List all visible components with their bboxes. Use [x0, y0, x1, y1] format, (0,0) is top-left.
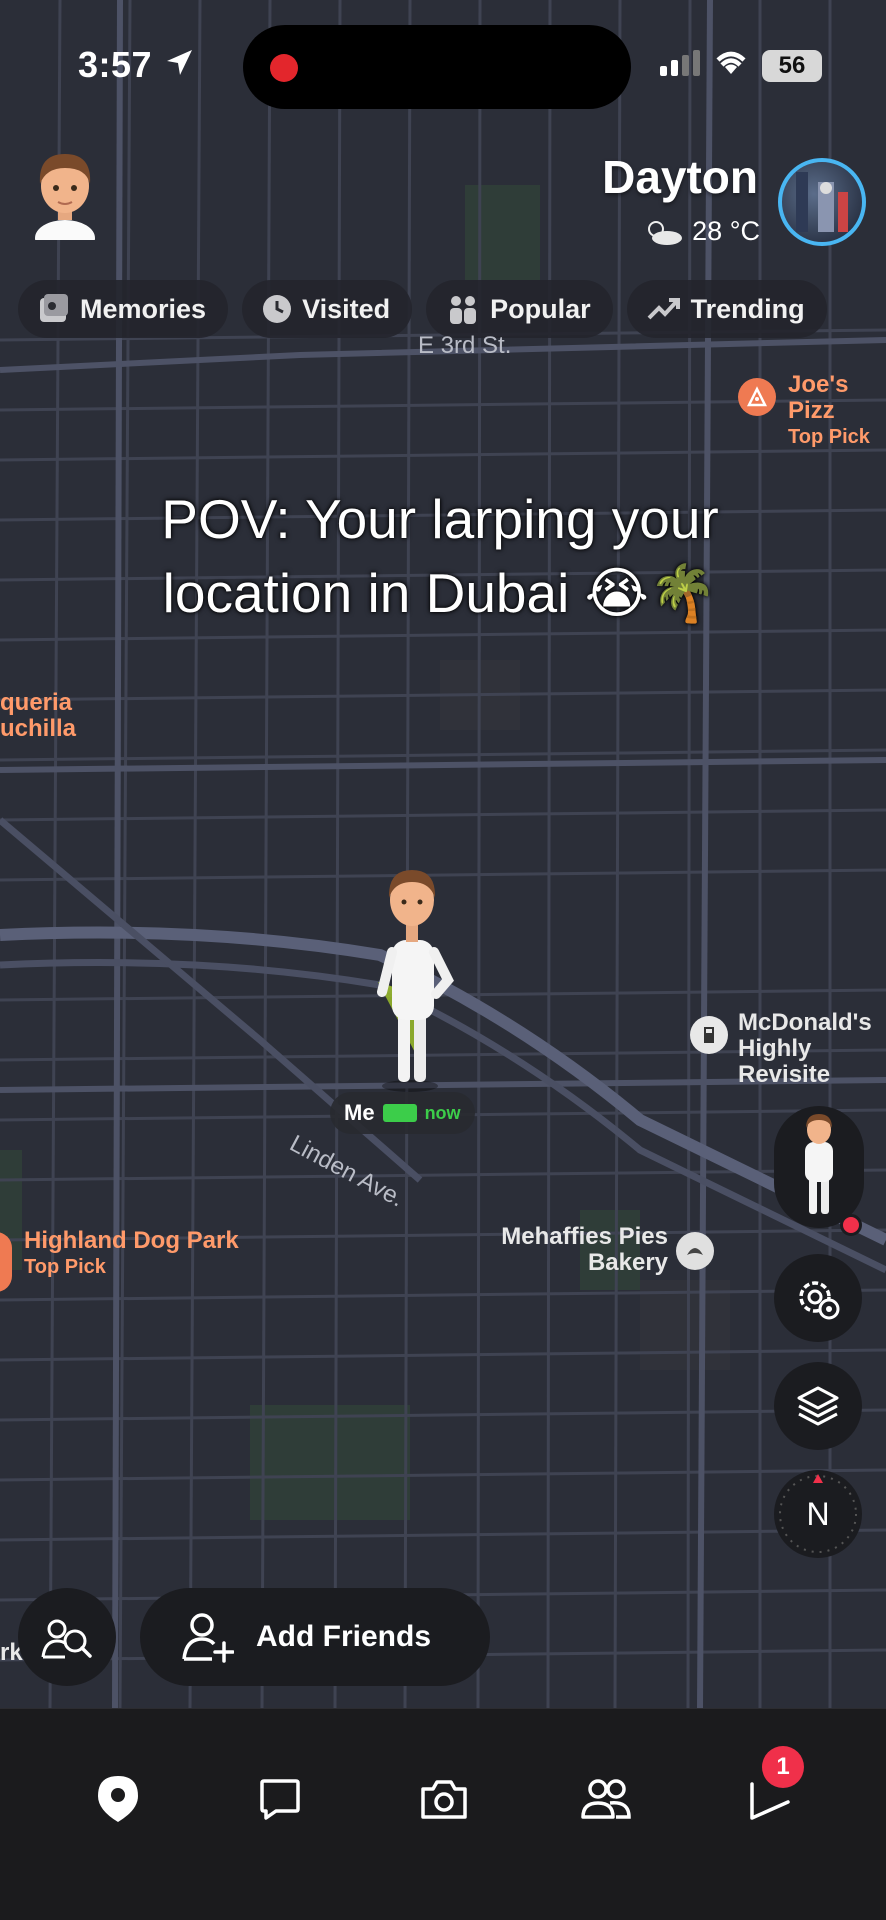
camera-icon — [421, 1780, 467, 1819]
bakery-pin-icon[interactable] — [676, 1232, 714, 1270]
chip-popular-label: Popular — [490, 293, 591, 324]
restaurant-icon — [704, 1027, 714, 1043]
chat-icon — [260, 1779, 300, 1820]
add-friends-button[interactable]: Add Friends — [140, 1588, 490, 1686]
map-pin-icon — [98, 1776, 138, 1822]
pizza-icon — [746, 386, 768, 407]
city-story-thumbnail[interactable] — [778, 158, 866, 246]
my-location-bitmoji[interactable] — [360, 862, 470, 1092]
layers-icon — [797, 1386, 839, 1426]
friends-icon — [581, 1779, 631, 1819]
place-taqueria[interactable]: queria uchilla — [0, 690, 76, 742]
place-taqueria-name: queria — [0, 689, 73, 716]
place-highland-sub: Top Pick — [24, 1256, 106, 1278]
me-last-seen: now — [424, 1102, 461, 1123]
place-highland-dog-park[interactable]: Highland Dog Park Top Pick — [24, 1228, 239, 1280]
place-joes-name: Joe's Pizz — [788, 371, 849, 424]
chip-visited-label: Visited — [302, 293, 391, 324]
chip-trending[interactable]: Trending — [626, 280, 827, 338]
wifi-icon — [716, 51, 746, 74]
map-layers-button[interactable] — [774, 1362, 862, 1450]
place-mehaffies-name: Mehaffies Pies — [501, 1223, 668, 1250]
place-mehaffies-sub: Bakery — [587, 1249, 668, 1276]
settings-button[interactable] — [774, 1254, 862, 1342]
chip-trending-label: Trending — [690, 293, 805, 324]
pizza-pin-icon[interactable] — [738, 378, 776, 416]
place-mcdonalds-name: McDonald's — [738, 1009, 872, 1036]
snap-map[interactable]: 3:57 56 Dayton 28 °C Memories Visited Po… — [0, 0, 886, 1708]
add-friends-label: Add Friends — [256, 1620, 432, 1653]
recording-dot — [270, 54, 298, 82]
status-time: 3:57 — [78, 44, 153, 85]
temperature: 28 °C — [692, 216, 760, 246]
friend-bitmoji-icon — [805, 1114, 833, 1214]
compass-label: N — [806, 1495, 830, 1532]
place-joes-pizza[interactable]: Joe's Pizz Top Pick — [788, 372, 886, 450]
search-person-icon — [41, 1619, 92, 1659]
chip-memories[interactable]: Memories — [18, 280, 229, 338]
chip-memories-label: Memories — [80, 293, 207, 324]
chip-visited[interactable]: Visited — [242, 280, 413, 338]
memories-icon — [40, 294, 68, 322]
people-icon — [450, 296, 477, 324]
bottom-nav — [0, 1708, 886, 1920]
notification-dot — [840, 1214, 862, 1236]
friend-bitmoji-button[interactable] — [774, 1106, 864, 1228]
place-mehaffies-pies[interactable]: Mehaffies Pies Bakery — [490, 1224, 668, 1276]
map-streets — [0, 0, 886, 1708]
caption-line-1: POV: Your larping your — [161, 488, 719, 550]
trending-icon — [647, 298, 680, 320]
chip-popular[interactable]: Popular — [426, 280, 613, 338]
street-label-e3rd: E 3rd St. — [418, 332, 512, 359]
me-location-label[interactable]: Me now — [330, 1092, 475, 1134]
search-friends-button[interactable] — [18, 1588, 116, 1686]
dynamic-island — [243, 25, 631, 109]
place-mcdonalds-sub: Highly Revisite — [738, 1035, 831, 1088]
cellular-signal-icon — [660, 50, 700, 76]
mcdonalds-pin-icon[interactable] — [690, 1016, 728, 1054]
place-mcdonalds[interactable]: McDonald's Highly Revisite — [738, 1010, 886, 1088]
nav-friends[interactable] — [574, 1767, 638, 1831]
filter-chips: Memories Visited Popular Trending — [18, 280, 827, 338]
place-joes-sub: Top Pick — [788, 426, 870, 448]
story-preview-image — [796, 172, 848, 232]
compass-button[interactable]: N — [774, 1470, 862, 1558]
video-caption: POV: Your larping your location in Dubai… — [60, 482, 820, 630]
nav-camera[interactable] — [412, 1767, 476, 1831]
clock-icon — [263, 295, 292, 323]
location-arrow-icon — [167, 50, 192, 75]
caption-line-2: location in Dubai 😭🌴 — [162, 562, 718, 624]
my-bitmoji-avatar[interactable] — [20, 140, 110, 240]
nav-chat[interactable] — [248, 1767, 312, 1831]
notification-badge: 1 — [762, 1746, 804, 1788]
nav-map[interactable] — [86, 1767, 150, 1831]
place-taqueria-sub: uchilla — [0, 715, 77, 742]
park-pin-icon[interactable] — [0, 1232, 12, 1292]
place-highland-name: Highland Dog Park — [24, 1227, 239, 1254]
weather-readout: 28 °C — [642, 216, 760, 247]
city-name[interactable]: Dayton — [602, 150, 758, 204]
me-label-text: Me — [344, 1100, 375, 1125]
croissant-icon — [687, 1248, 703, 1255]
battery-indicator: 56 — [762, 50, 822, 82]
partly-cloudy-icon — [648, 220, 683, 245]
gear-icon — [799, 1281, 840, 1320]
battery-green-icon — [382, 1104, 417, 1122]
add-user-icon — [182, 1613, 234, 1663]
